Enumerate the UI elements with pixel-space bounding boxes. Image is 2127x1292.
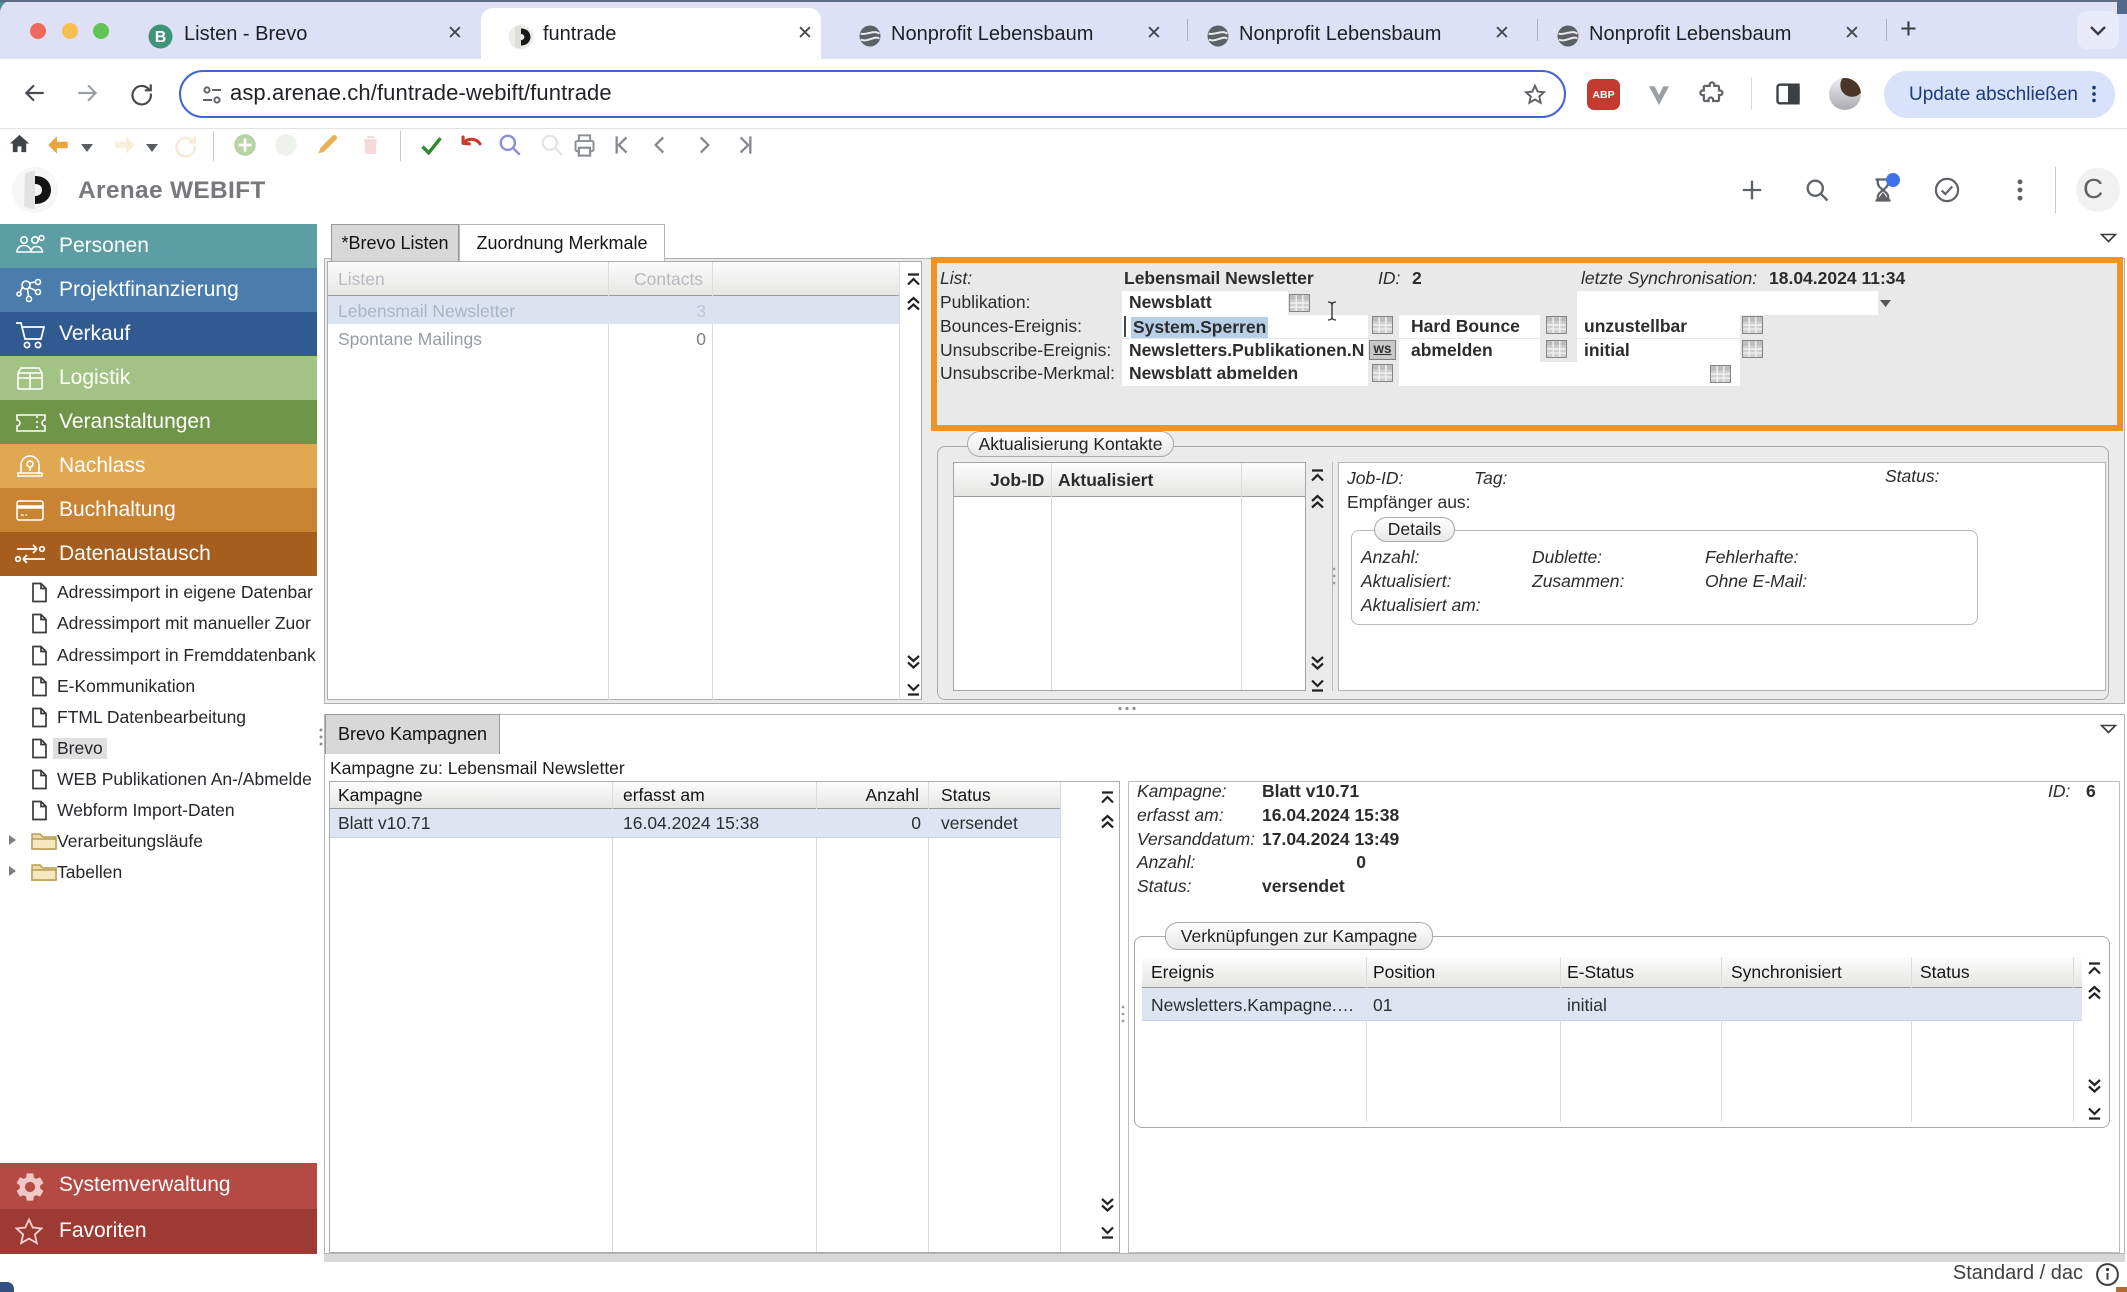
svg-text:B: B — [155, 29, 167, 46]
